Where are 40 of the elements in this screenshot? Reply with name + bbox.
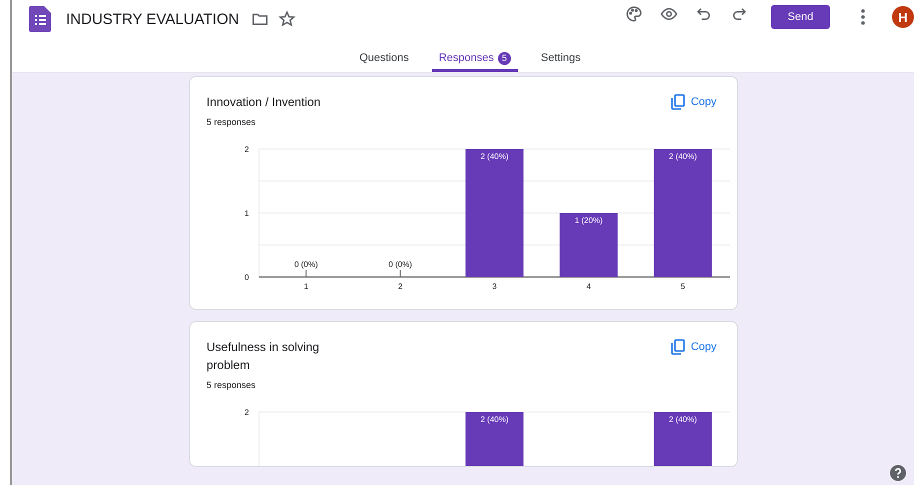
tab[interactable]: Questions [352, 44, 416, 72]
zero-mark [305, 270, 306, 278]
response-count: 5 responses [206, 117, 257, 127]
data-label: 2 (40%) [480, 415, 508, 424]
question-title: Innovation / Invention [206, 94, 321, 111]
copy-button[interactable]: Copy [670, 93, 716, 111]
question-title: Usefulness in solving problem [206, 339, 320, 374]
axis-label: 5 [680, 282, 685, 291]
axis-label: 3 [492, 282, 496, 291]
response-count: 5 responses [206, 380, 257, 390]
copy-button[interactable]: Copy [670, 338, 716, 356]
form-title: INDUSTRY EVALUATION [66, 10, 240, 28]
bar [465, 412, 523, 466]
star-icon[interactable] [278, 10, 296, 28]
data-label: 2 (40%) [668, 152, 696, 161]
avatar[interactable]: H [892, 6, 914, 28]
bar [653, 412, 712, 466]
axis-label: 2 [244, 145, 248, 154]
zero-mark [399, 270, 400, 278]
eye-icon[interactable] [660, 5, 678, 23]
axis-label: 1 [303, 282, 308, 291]
axis-label: 0 [244, 273, 248, 282]
axis-label: 2 [244, 408, 248, 417]
send-button[interactable]: Send [771, 5, 830, 29]
data-label: 2 (40%) [480, 152, 508, 161]
data-label: 1 (20%) [574, 216, 602, 225]
copy-icon [670, 339, 685, 355]
help-icon[interactable] [890, 465, 906, 481]
tab[interactable]: Settings [534, 44, 588, 72]
axis-label: 2 [398, 282, 402, 291]
data-label: 0 (0%) [388, 260, 412, 269]
forms-logo-icon[interactable] [29, 6, 51, 32]
data-label: 2 (40%) [668, 415, 696, 424]
bar [559, 213, 618, 277]
count-badge: 5 [498, 52, 511, 64]
copy-icon [670, 94, 685, 110]
axis-label: 4 [586, 282, 590, 291]
data-label: 0 (0%) [294, 260, 318, 269]
axis-label: 1 [244, 209, 248, 218]
palette-icon[interactable] [625, 5, 643, 23]
